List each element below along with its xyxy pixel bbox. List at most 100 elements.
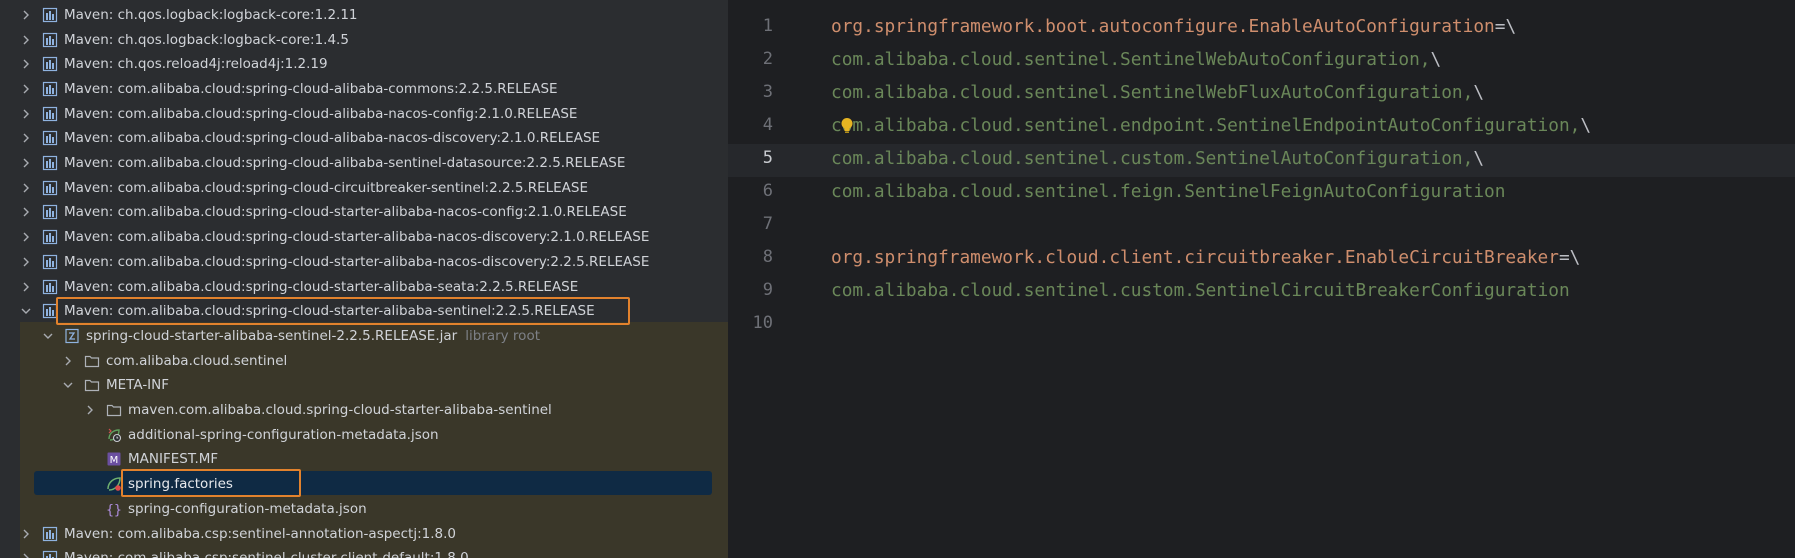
code-line[interactable]: org.springframework.boot.autoconfigure.E… — [831, 10, 1516, 43]
tree-row-label: additional-spring-configuration-metadata… — [128, 426, 439, 443]
lightbulb-icon[interactable] — [840, 117, 854, 135]
tree-row[interactable]: spring.factories — [0, 472, 728, 497]
tree-row[interactable]: Maven: ch.qos.logback:logback-core:1.4.5 — [0, 27, 728, 52]
tree-row[interactable]: spring-cloud-starter-alibaba-sentinel-2.… — [0, 324, 728, 349]
tree-row[interactable]: Maven: com.alibaba.csp:sentinel-annotati… — [0, 521, 728, 546]
property-value: com.alibaba.cloud.sentinel.endpoint.Sent… — [831, 115, 1581, 136]
line-continuation: \ — [1473, 148, 1485, 169]
tree-row[interactable]: Maven: com.alibaba.cloud:spring-cloud-al… — [0, 151, 728, 176]
chevron-right-icon[interactable] — [20, 9, 32, 21]
library-icon — [42, 254, 58, 270]
library-icon — [42, 106, 58, 122]
tree-row[interactable]: Maven: com.alibaba.cloud:spring-cloud-st… — [0, 225, 728, 250]
code-line[interactable]: com.alibaba.cloud.sentinel.SentinelWebAu… — [831, 43, 1441, 76]
tree-row[interactable]: com.alibaba.cloud.sentinel — [0, 348, 728, 373]
json-icon: {} — [106, 501, 122, 517]
property-value: com.alibaba.cloud.sentinel.feign.Sentine… — [831, 181, 1506, 202]
library-icon — [42, 32, 58, 48]
tree-row[interactable]: Maven: com.alibaba.cloud:spring-cloud-st… — [0, 200, 728, 225]
library-icon — [42, 550, 58, 558]
chevron-down-icon[interactable] — [62, 379, 74, 391]
library-icon — [42, 526, 58, 542]
line-number: 4 — [762, 115, 773, 135]
library-icon — [42, 180, 58, 196]
code-line[interactable]: com.alibaba.cloud.sentinel.custom.Sentin… — [831, 142, 1484, 175]
chevron-right-icon[interactable] — [20, 528, 32, 540]
chevron-right-icon[interactable] — [62, 355, 74, 367]
tree-row-hint: library root — [465, 327, 540, 344]
line-number: 7 — [762, 214, 773, 234]
code-line[interactable]: com.alibaba.cloud.sentinel.custom.Sentin… — [831, 274, 1570, 307]
project-tree-panel: Maven: ch.qos.logback:logback-core:1.2.1… — [0, 0, 728, 558]
line-continuation: =\ — [1494, 16, 1517, 37]
spring-factories-icon — [106, 476, 122, 492]
line-continuation: \ — [1580, 115, 1592, 136]
tree-row[interactable]: additional-spring-configuration-metadata… — [0, 422, 728, 447]
chevron-right-icon[interactable] — [20, 182, 32, 194]
chevron-right-icon[interactable] — [20, 157, 32, 169]
chevron-right-icon[interactable] — [20, 83, 32, 95]
chevron-right-icon[interactable] — [20, 231, 32, 243]
line-number: 10 — [752, 313, 773, 333]
chevron-right-icon[interactable] — [20, 108, 32, 120]
code-line[interactable]: com.alibaba.cloud.sentinel.feign.Sentine… — [831, 175, 1505, 208]
line-number: 6 — [762, 181, 773, 201]
property-value: com.alibaba.cloud.sentinel.custom.Sentin… — [831, 280, 1570, 301]
spring-json-icon — [106, 427, 122, 443]
code-line[interactable]: com.alibaba.cloud.sentinel.endpoint.Sent… — [831, 109, 1591, 142]
tree-row-label: Maven: com.alibaba.cloud:spring-cloud-st… — [64, 204, 627, 221]
tree-row[interactable]: Maven: com.alibaba.cloud:spring-cloud-st… — [0, 250, 728, 275]
tree-row[interactable]: Maven: com.alibaba.cloud:spring-cloud-st… — [0, 274, 728, 299]
chevron-right-icon[interactable] — [84, 404, 96, 416]
tree-row[interactable]: Maven: com.alibaba.cloud:spring-cloud-al… — [0, 101, 728, 126]
chevron-right-icon[interactable] — [20, 34, 32, 46]
tree-row-label: spring-cloud-starter-alibaba-sentinel-2.… — [86, 327, 458, 344]
chevron-right-icon[interactable] — [20, 132, 32, 144]
property-value: com.alibaba.cloud.sentinel.custom.Sentin… — [831, 148, 1474, 169]
line-number: 3 — [762, 82, 773, 102]
code-line[interactable]: org.springframework.cloud.client.circuit… — [831, 241, 1580, 274]
line-number: 9 — [762, 280, 773, 300]
tree-row-label: maven.com.alibaba.cloud.spring-cloud-sta… — [128, 402, 552, 419]
tree-row[interactable]: Maven: com.alibaba.cloud:spring-cloud-al… — [0, 126, 728, 151]
tree-row[interactable]: M MANIFEST.MF — [0, 447, 728, 472]
line-number: 8 — [762, 247, 773, 267]
library-icon — [42, 279, 58, 295]
tree-row-label: Maven: com.alibaba.csp:sentinel-cluster-… — [64, 550, 469, 558]
chevron-down-icon[interactable] — [20, 305, 32, 317]
tree-row[interactable]: Maven: com.alibaba.cloud:spring-cloud-al… — [0, 77, 728, 102]
tree-row-label: Maven: com.alibaba.cloud:spring-cloud-al… — [64, 105, 578, 122]
chevron-right-icon[interactable] — [20, 281, 32, 293]
tree-row-label: Maven: com.alibaba.csp:sentinel-annotati… — [64, 525, 456, 542]
library-icon — [42, 204, 58, 220]
property-value: com.alibaba.cloud.sentinel.SentinelWebFl… — [831, 82, 1474, 103]
chevron-right-icon[interactable] — [20, 552, 32, 558]
tree-row-label: Maven: com.alibaba.cloud:spring-cloud-st… — [64, 229, 650, 246]
chevron-down-icon[interactable] — [42, 330, 54, 342]
chevron-right-icon[interactable] — [20, 256, 32, 268]
tree-row[interactable]: Maven: com.alibaba.cloud:spring-cloud-ci… — [0, 175, 728, 200]
line-number: 1 — [762, 16, 773, 36]
chevron-right-icon[interactable] — [20, 206, 32, 218]
tree-row[interactable]: {} spring-configuration-metadata.json — [0, 497, 728, 522]
svg-text:M: M — [110, 455, 119, 466]
tree-row[interactable]: Maven: ch.qos.logback:logback-core:1.2.1… — [0, 3, 728, 28]
library-icon — [42, 155, 58, 171]
folder-icon — [84, 377, 100, 393]
tree-row[interactable]: maven.com.alibaba.cloud.spring-cloud-sta… — [0, 398, 728, 423]
tree-row[interactable]: Maven: ch.qos.reload4j:reload4j:1.2.19 — [0, 52, 728, 77]
library-icon — [42, 81, 58, 97]
tree-row[interactable]: META-INF — [0, 373, 728, 398]
tree-row-label: Maven: com.alibaba.cloud:spring-cloud-ci… — [64, 179, 589, 196]
tree-row-label: Maven: com.alibaba.cloud:spring-cloud-al… — [64, 155, 626, 172]
property-value: com.alibaba.cloud.sentinel.SentinelWebAu… — [831, 49, 1431, 70]
library-icon — [42, 7, 58, 23]
chevron-right-icon[interactable] — [20, 58, 32, 70]
code-line[interactable]: com.alibaba.cloud.sentinel.SentinelWebFl… — [831, 76, 1484, 109]
code-editor[interactable]: 1 2 3 4 5 6 7 8 9 10 org.springframework.boot.aut… — [728, 0, 1795, 558]
svg-text:{}: {} — [106, 503, 122, 517]
tree-row[interactable]: Maven: com.alibaba.csp:sentinel-cluster-… — [0, 546, 728, 558]
